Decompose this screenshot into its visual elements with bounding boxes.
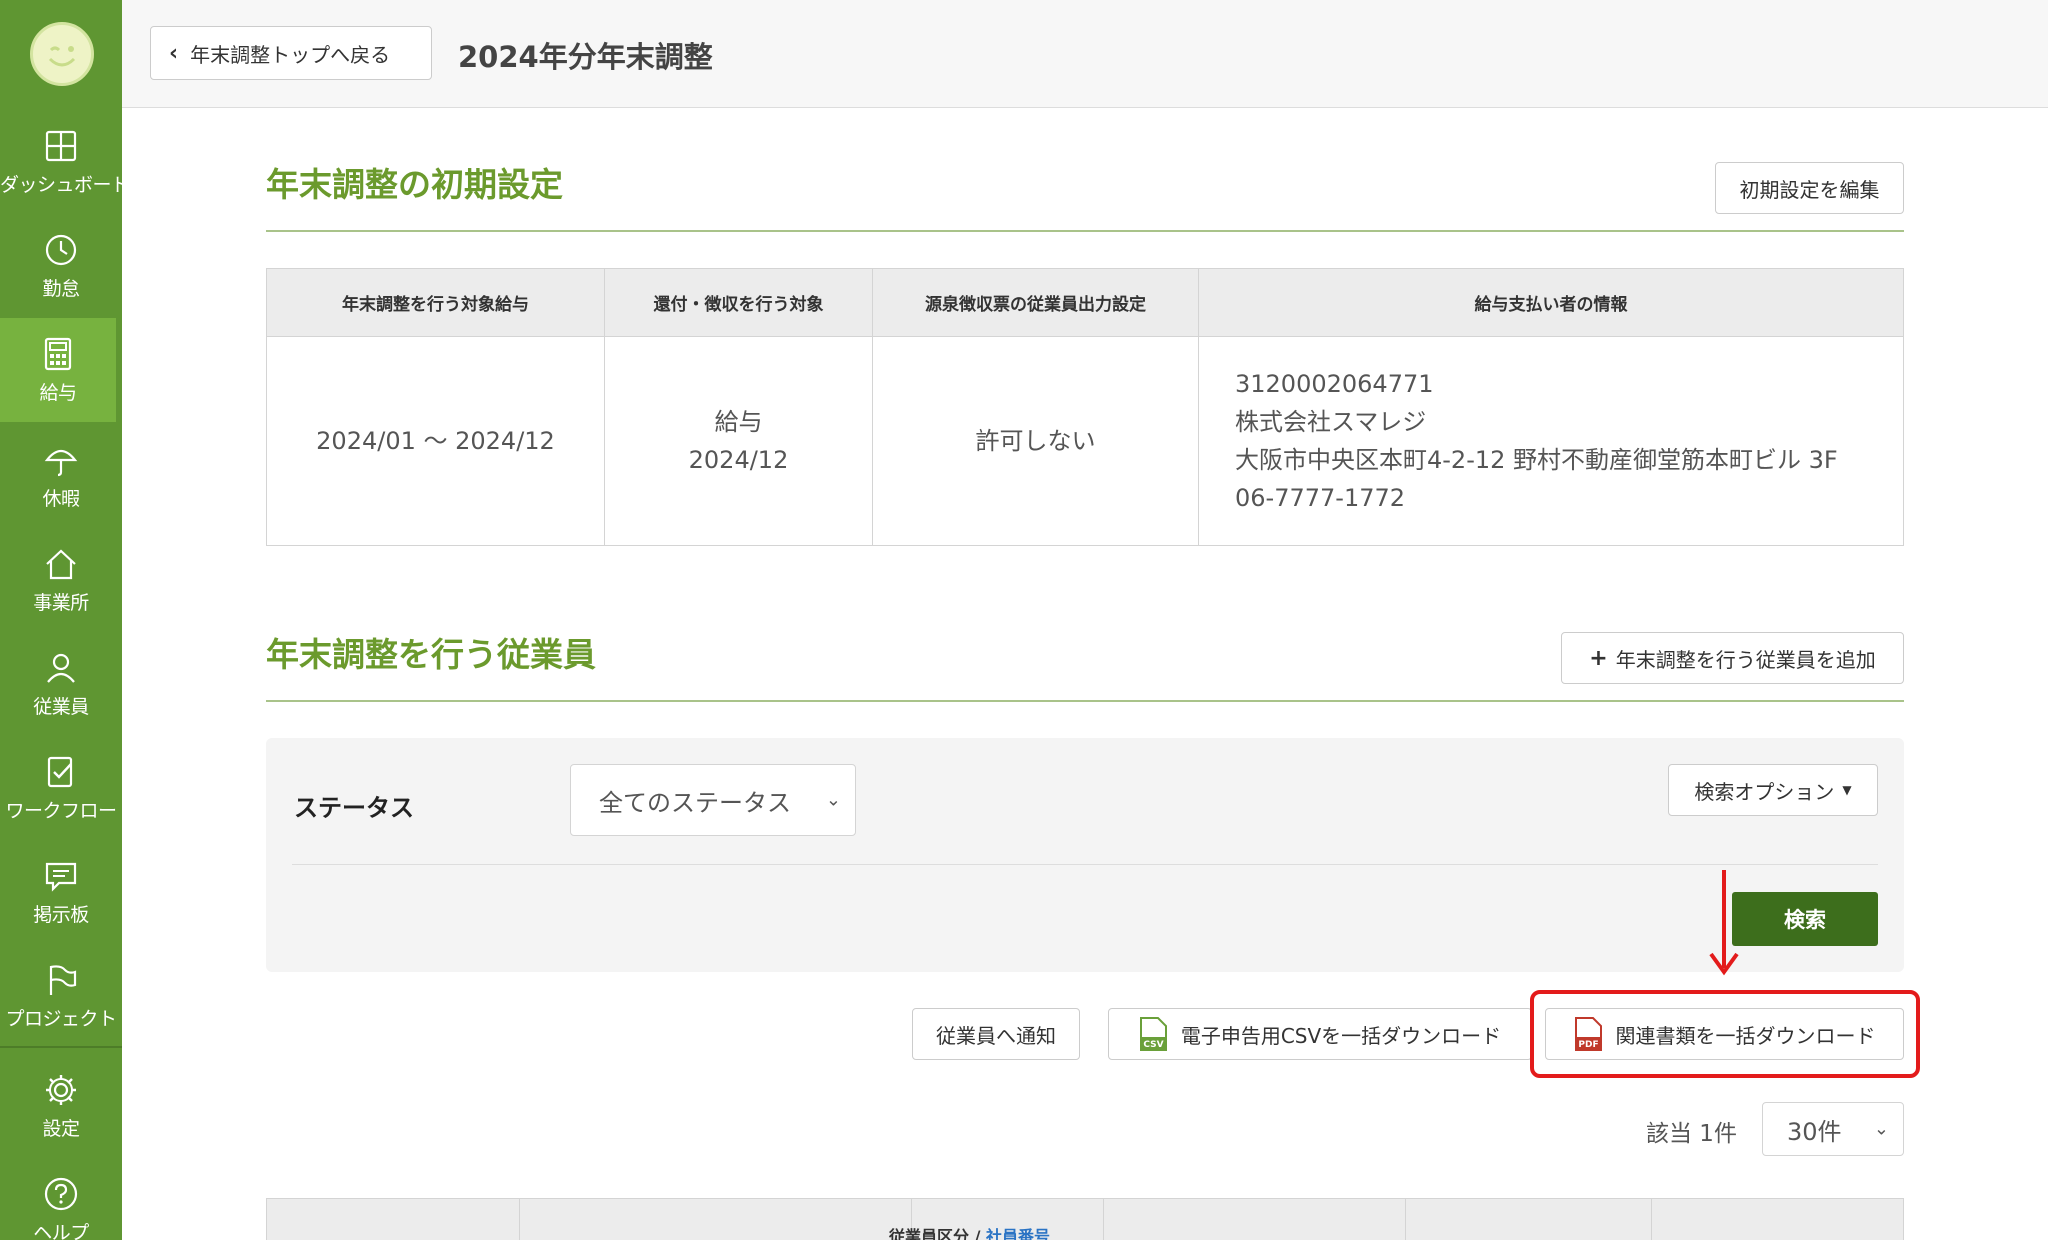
corporate-number: 3120002064771 [1235, 370, 1434, 398]
sidebar-item-leave[interactable]: 休暇 [0, 442, 122, 546]
sidebar-item-payroll[interactable]: 給与 [0, 318, 116, 422]
logo[interactable] [30, 22, 94, 86]
caret-down-icon: ▼ [1842, 783, 1852, 797]
refund-target: 給与 2024/12 [604, 336, 873, 546]
status-filter-label: ステータス [294, 794, 414, 822]
dashboard-icon [45, 130, 77, 162]
result-count: 該当 1件 [1646, 1121, 1737, 1147]
search-options-label: 検索オプション [1694, 779, 1835, 804]
umbrella-icon [44, 449, 78, 477]
sidebar-item-office[interactable]: 事業所 [0, 546, 122, 650]
section-divider [266, 230, 1904, 232]
sidebar-item-settings[interactable]: 設定 [0, 1072, 122, 1176]
sidebar-item-help[interactable]: ヘルプ [0, 1176, 122, 1240]
sidebar-item-label: ヘルプ [33, 1222, 89, 1240]
sidebar-item-label: 設定 [42, 1118, 80, 1140]
company-phone: 06-7777-1772 [1235, 484, 1406, 512]
add-employee-label: 年末調整を行う従業員を追加 [1615, 647, 1876, 672]
column-divider [1103, 1199, 1104, 1240]
smiley-logo-icon [48, 46, 76, 67]
chevron-down-icon: ⌄ [825, 789, 841, 811]
clock-icon [45, 234, 77, 266]
employees-section-title: 年末調整を行う従業員 [266, 635, 596, 674]
column-header: 給与支払い者の情報 [1198, 268, 1904, 337]
column-header: 還付・徴収を行う対象 [604, 268, 873, 337]
target-period: 2024/01 〜 2024/12 [266, 336, 605, 546]
column-divider [519, 1199, 520, 1240]
company-name: 株式会社スマレジ [1235, 408, 1427, 436]
status-select[interactable]: 全てのステータス ⌄ [570, 764, 856, 836]
refund-target-type: 給与 [714, 408, 763, 436]
notify-employees-button[interactable]: 従業員へ通知 [912, 1008, 1080, 1060]
sidebar: ダッシュボード 勤怠 給与 休暇 事業所 従業員 ワークフロー 掲示板 プロジェ… [0, 0, 130, 1240]
initial-settings-table: 年末調整を行う対象給与 還付・徴収を行う対象 源泉徴収票の従業員出力設定 給与支… [266, 268, 1904, 546]
chevron-down-icon: ⌄ [1873, 1118, 1889, 1140]
table-row: 2024/01 〜 2024/12 給与 2024/12 許可しない 31200… [266, 336, 1904, 546]
help-icon [44, 1177, 78, 1211]
top-bar: ‹ 年末調整トップへ戻る 2024年分年末調整 [122, 0, 2048, 108]
sidebar-item-label: 給与 [39, 382, 77, 404]
chat-icon [45, 862, 77, 892]
sidebar-divider [0, 1046, 122, 1048]
annotation-highlight-box [1530, 990, 1920, 1078]
employee-table-header: 従業員区分 / 社員番号 [266, 1198, 1904, 1240]
column-divider [1405, 1199, 1406, 1240]
search-button[interactable]: 検索 [1732, 892, 1878, 946]
sidebar-item-label: 休暇 [42, 488, 80, 510]
add-employee-button[interactable]: + 年末調整を行う従業員を追加 [1561, 632, 1904, 684]
sidebar-item-project[interactable]: プロジェクト [0, 962, 122, 1066]
person-icon [47, 653, 75, 683]
chevron-left-icon: ‹ [169, 40, 179, 66]
per-page-value: 30件 [1787, 1117, 1842, 1146]
sidebar-item-label: 掲示板 [33, 904, 89, 926]
edit-settings-button[interactable]: 初期設定を編集 [1715, 162, 1904, 214]
annotation-arrow-icon [1709, 870, 1739, 976]
flag-icon [49, 965, 77, 995]
company-address: 大阪市中央区本町4-2-12 野村不動産御堂筋本町ビル 3F [1235, 446, 1838, 474]
gear-icon [46, 1075, 76, 1105]
sidebar-item-label: 事業所 [33, 592, 89, 614]
page-title: 2024年分年末調整 [458, 40, 713, 74]
back-button-label: 年末調整トップへ戻る [190, 42, 391, 67]
sidebar-item-label: ダッシュボード [0, 174, 130, 196]
refund-target-month: 2024/12 [688, 446, 789, 474]
svg-text:CSV: CSV [1143, 1040, 1163, 1050]
plus-icon: + [1589, 645, 1608, 671]
csv-download-button[interactable]: CSV 電子申告用CSVを一括ダウンロード [1108, 1008, 1532, 1060]
column-header: 源泉徴収票の従業員出力設定 [872, 268, 1199, 337]
sidebar-item-label: プロジェクト [5, 1008, 117, 1030]
payer-info: 3120002064771 株式会社スマレジ 大阪市中央区本町4-2-12 野村… [1198, 336, 1904, 546]
sidebar-item-label: 従業員 [33, 696, 89, 718]
section-divider [266, 700, 1904, 702]
sidebar-item-dashboard[interactable]: ダッシュボード [0, 128, 130, 232]
csv-file-icon: CSV [1139, 1017, 1167, 1051]
employee-category-header: 従業員区分 / 社員番号 [889, 1223, 1050, 1240]
checklist-icon [47, 756, 73, 788]
employee-number-sort-link[interactable]: 社員番号 [986, 1227, 1050, 1240]
initial-settings-title: 年末調整の初期設定 [266, 165, 563, 204]
filter-divider [292, 864, 1878, 865]
filter-panel: ステータス 全てのステータス ⌄ 検索オプション ▼ 検索 [266, 738, 1904, 972]
search-options-button[interactable]: 検索オプション ▼ [1668, 764, 1878, 816]
column-divider [1651, 1199, 1652, 1240]
sidebar-item-bulletin[interactable]: 掲示板 [0, 858, 122, 962]
category-header-label: 従業員区分 / [889, 1227, 986, 1240]
sidebar-item-label: ワークフロー [5, 800, 117, 822]
per-page-select[interactable]: 30件 ⌄ [1762, 1102, 1904, 1156]
column-header: 年末調整を行う対象給与 [266, 268, 605, 337]
output-setting: 許可しない [872, 336, 1199, 546]
sidebar-item-label: 勤怠 [42, 278, 80, 300]
sidebar-item-workflow[interactable]: ワークフロー [0, 754, 122, 858]
back-button[interactable]: ‹ 年末調整トップへ戻る [150, 26, 432, 80]
house-icon [46, 549, 76, 580]
status-select-value: 全てのステータス [599, 788, 791, 817]
sidebar-item-employees[interactable]: 従業員 [0, 650, 122, 754]
calculator-icon [44, 337, 72, 371]
csv-download-label: 電子申告用CSVを一括ダウンロード [1180, 1023, 1502, 1048]
